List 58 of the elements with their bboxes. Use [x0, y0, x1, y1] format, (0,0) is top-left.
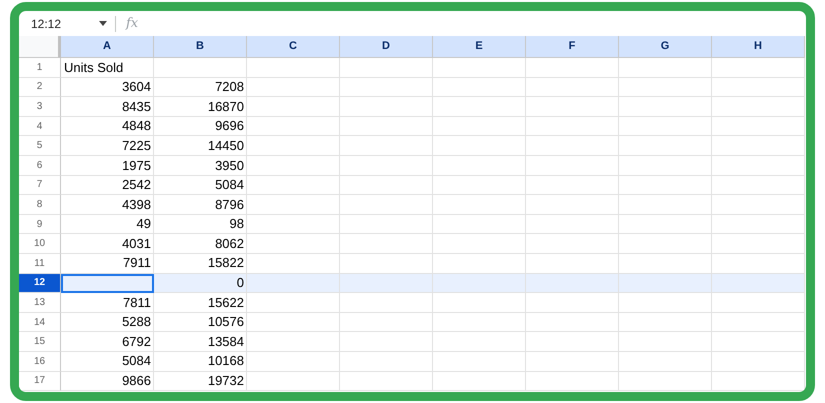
table-cell: 5084: [154, 176, 247, 196]
row-header[interactable]: 13: [19, 293, 61, 313]
table-cell: 15622: [154, 293, 247, 313]
row-header[interactable]: 11: [19, 254, 61, 274]
table-cell: 1975: [61, 156, 154, 176]
table-cell: 6792: [61, 332, 154, 352]
table-cell: Units Sold: [61, 58, 154, 78]
table-cell: 10168: [154, 352, 247, 372]
column-header[interactable]: E: [433, 36, 526, 58]
table-cell: 3604: [61, 78, 154, 98]
table-cell: 7811: [61, 293, 154, 313]
column-header[interactable]: H: [712, 36, 805, 58]
table-cell: 0: [154, 274, 247, 294]
name-box[interactable]: 12:12: [19, 14, 99, 32]
column-header[interactable]: A: [61, 36, 154, 58]
column-header[interactable]: B: [154, 36, 247, 58]
column-header[interactable]: G: [619, 36, 712, 58]
table-cell: 7225: [61, 136, 154, 156]
table-cell: 2542: [61, 176, 154, 196]
table-cell: 5084: [61, 352, 154, 372]
formula-label: fx: [126, 14, 138, 33]
table-cell: 4398: [61, 195, 154, 215]
row-header[interactable]: 12: [19, 274, 61, 294]
table-cell: 16870: [154, 97, 247, 117]
row-header[interactable]: 4: [19, 116, 61, 136]
row-header[interactable]: 5: [19, 136, 61, 156]
table-cell: 19732: [154, 372, 247, 392]
table-cell: 9696: [154, 116, 247, 136]
table-cell: 49: [61, 214, 154, 234]
row-header[interactable]: 16: [19, 352, 61, 372]
column-header[interactable]: F: [526, 36, 619, 58]
row-header[interactable]: 10: [19, 234, 61, 254]
row-header[interactable]: 3: [19, 97, 61, 117]
dropdown-icon[interactable]: [99, 21, 107, 26]
row-header[interactable]: 14: [19, 312, 61, 332]
table-cell: 8435: [61, 97, 154, 117]
table-cell: 5288: [61, 312, 154, 332]
table-cell: 14450: [154, 136, 247, 156]
row-header[interactable]: 1: [19, 58, 61, 78]
table-cell: 4031: [61, 234, 154, 254]
row-header[interactable]: 6: [19, 156, 61, 176]
column-header[interactable]: C: [247, 36, 340, 58]
table-cell: 8062: [154, 234, 247, 254]
table-cell: 13584: [154, 332, 247, 352]
row-header[interactable]: 15: [19, 332, 61, 352]
table-cell: 3950: [154, 156, 247, 176]
row-header[interactable]: 9: [19, 214, 61, 234]
row-header[interactable]: 8: [19, 195, 61, 215]
row-header[interactable]: 7: [19, 176, 61, 196]
row-header[interactable]: 17: [19, 372, 61, 392]
table-cell: 9866: [61, 372, 154, 392]
table-cell: 7208: [154, 78, 247, 98]
table-cell: 4848: [61, 116, 154, 136]
table-cell: 98: [154, 214, 247, 234]
column-header[interactable]: D: [340, 36, 433, 58]
row-header[interactable]: 2: [19, 78, 61, 98]
table-cell: 10576: [154, 312, 247, 332]
table-cell: 8796: [154, 195, 247, 215]
